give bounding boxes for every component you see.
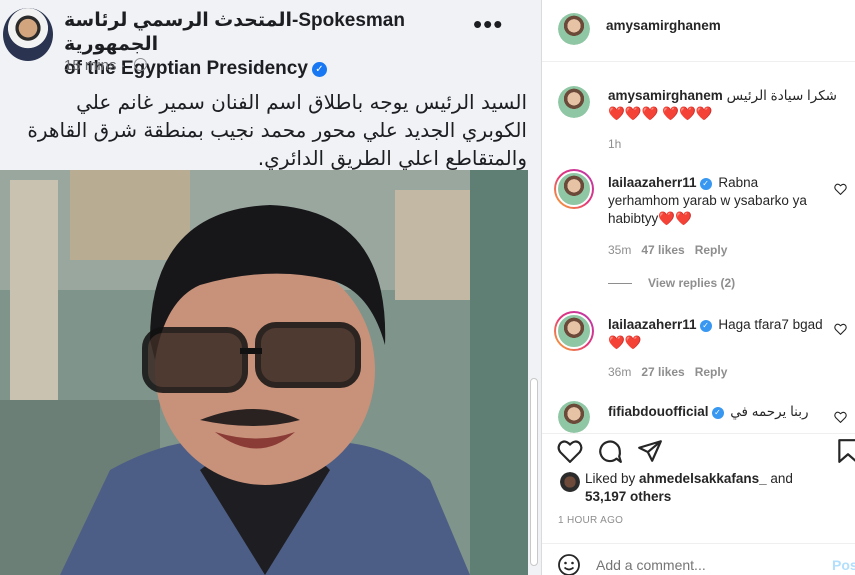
comment-likes[interactable]: 27 likes: [641, 365, 684, 379]
heart-icon[interactable]: [834, 183, 847, 195]
comment-item: fifiabdouofficial ✓ ربنا يرحمه في: [608, 403, 830, 421]
post-header: amysamirghanem: [542, 0, 855, 62]
image-scrollbar[interactable]: [530, 378, 538, 566]
comment-username[interactable]: lailaazaherr11: [608, 175, 697, 190]
comment-avatar[interactable]: [554, 169, 594, 209]
share-icon[interactable]: [637, 438, 663, 464]
verified-icon: ✓: [311, 62, 327, 77]
instagram-panel: amysamirghanem amysamirghanem شكرا سيادة…: [541, 0, 855, 575]
comment-icon[interactable]: [597, 438, 623, 464]
comments-list[interactable]: amysamirghanem شكرا سيادة الرئيس ❤️❤️❤️ …: [542, 63, 855, 433]
caption-username[interactable]: amysamirghanem: [608, 88, 723, 103]
comment-time: 35m: [608, 243, 632, 257]
facebook-post-card: Spokesman-المتحدث الرسمي لرئاسة الجمهوري…: [0, 0, 541, 575]
reply-button[interactable]: Reply: [695, 243, 728, 257]
post-image: Spokesman-المتحدث الرسمي لرئاسة الجمهوري…: [0, 0, 541, 575]
post-text: السيد الرئيس يوجه باطلاق اسم الفنان سمير…: [27, 90, 527, 170]
heart-icon[interactable]: [834, 411, 847, 423]
header-username[interactable]: amysamirghanem: [606, 18, 721, 33]
liked-by-others[interactable]: 53,197 others: [585, 489, 671, 504]
post-age[interactable]: 1 HOUR AGO: [558, 515, 623, 526]
comment-text: ربنا يرحمه في: [730, 404, 809, 419]
verified-icon: ✓: [699, 320, 712, 332]
comment-avatar[interactable]: [558, 401, 590, 433]
liked-by-user[interactable]: ahmedelsakkafans_: [639, 471, 767, 486]
liked-by-and: and: [766, 471, 793, 486]
comment-time: 36m: [608, 365, 632, 379]
post-photo: [0, 170, 528, 575]
emoji-icon[interactable]: [557, 553, 581, 575]
comment-username[interactable]: lailaazaherr11: [608, 317, 697, 332]
more-options-icon: •••: [473, 9, 504, 39]
comment-likes[interactable]: 47 likes: [641, 243, 684, 257]
caption-avatar[interactable]: [558, 86, 590, 118]
post-time-text: 15 mins: [64, 57, 117, 74]
heart-icon[interactable]: [834, 323, 847, 335]
comment-username[interactable]: fifiabdouofficial: [608, 404, 709, 419]
add-comment-input[interactable]: [596, 557, 816, 573]
globe-icon: [133, 58, 147, 71]
add-comment-bar: Pos: [542, 543, 855, 575]
verified-icon: ✓: [699, 178, 712, 190]
save-bookmark-icon[interactable]: [837, 438, 855, 464]
comment-avatar[interactable]: [554, 311, 594, 351]
comment-meta: 36m 27 likes Reply: [608, 365, 727, 379]
screen: Spokesman-المتحدث الرسمي لرئاسة الجمهوري…: [0, 0, 855, 575]
replies-line: [608, 283, 632, 284]
post-time: 15 mins ·: [64, 57, 147, 74]
like-heart-icon[interactable]: [557, 439, 583, 463]
liked-by-prefix: Liked by: [585, 471, 640, 486]
post-button[interactable]: Pos: [832, 557, 855, 573]
action-bar: Liked by ahmedelsakkafans_ and 53,197 ot…: [542, 433, 855, 543]
comment-meta: 35m 47 likes Reply: [608, 243, 727, 257]
header-avatar[interactable]: [558, 13, 590, 45]
page-name-line1: Spokesman-المتحدث الرسمي لرئاسة الجمهوري…: [64, 10, 405, 55]
spokesman-avatar: [3, 8, 53, 61]
verified-icon: ✓: [711, 407, 724, 419]
caption-time: 1h: [608, 137, 622, 151]
portrait-illustration: [0, 170, 528, 575]
comment-item: lailaazaherr11 ✓ Rabna yerhamhom yarab w …: [608, 174, 830, 228]
comment-item: lailaazaherr11 ✓ Haga tfara7 bgad❤️❤️: [608, 316, 830, 352]
reply-button[interactable]: Reply: [695, 365, 728, 379]
caption: amysamirghanem شكرا سيادة الرئيس ❤️❤️❤️ …: [608, 87, 848, 123]
liked-by: Liked by ahmedelsakkafans_ and 53,197 ot…: [585, 470, 845, 506]
view-replies-button[interactable]: View replies (2): [648, 276, 735, 290]
liker-avatar[interactable]: [560, 472, 580, 492]
